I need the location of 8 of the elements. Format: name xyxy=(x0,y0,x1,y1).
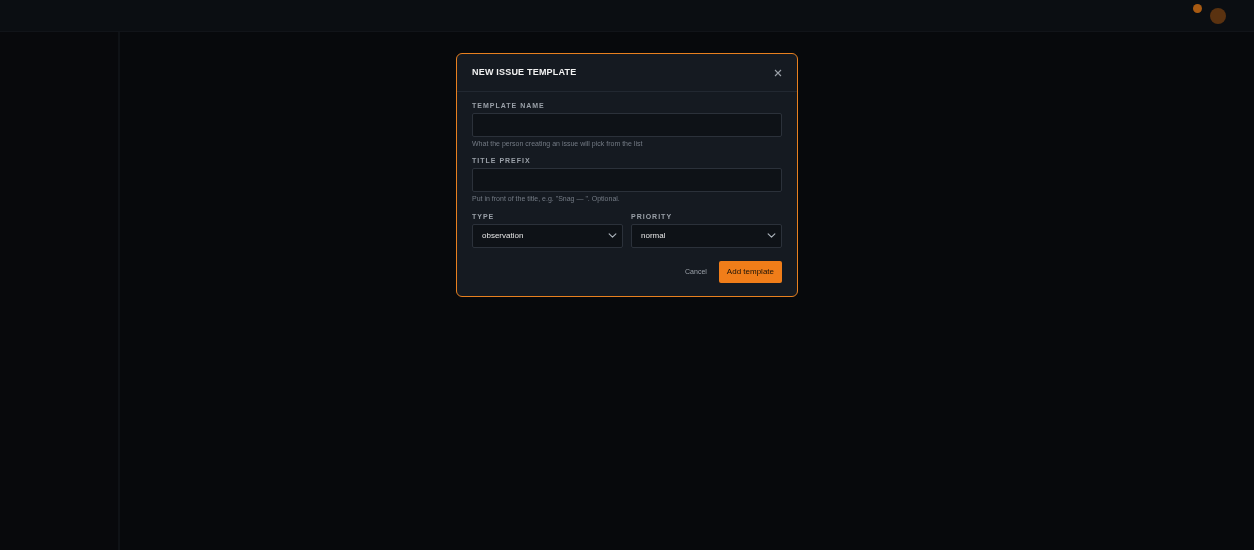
dropdown[interactable]: observation xyxy=(472,223,623,248)
input-field[interactable] xyxy=(472,112,782,137)
notification-badge xyxy=(1193,4,1202,13)
dialog-title: NEW ISSUE TEMPLATE xyxy=(472,66,577,79)
add-button[interactable]: Add template xyxy=(718,260,782,283)
dropdown[interactable]: normal xyxy=(631,223,782,248)
input-field[interactable] xyxy=(472,168,782,193)
close-icon[interactable] xyxy=(774,68,782,77)
